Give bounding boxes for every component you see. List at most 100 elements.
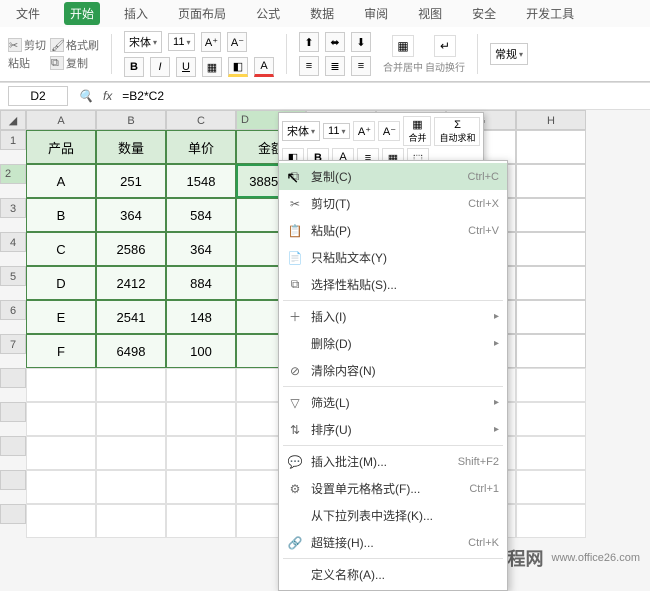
tab-home[interactable]: 开始 xyxy=(64,2,100,25)
ctx-delete[interactable]: 删除(D) ▸ xyxy=(279,330,507,357)
ctx-cut[interactable]: ✂ 剪切(T) Ctrl+X xyxy=(279,190,507,217)
font-size-select[interactable]: 11▾ xyxy=(168,33,195,51)
tab-file[interactable]: 文件 xyxy=(10,2,46,25)
ctx-insert[interactable]: ＋ 插入(I) ▸ xyxy=(279,303,507,330)
ctx-format-cells[interactable]: ⚙ 设置单元格格式(F)... Ctrl+1 xyxy=(279,475,507,502)
paste-button[interactable]: 粘贴 xyxy=(8,55,46,71)
mini-font-select[interactable]: 宋体▾ xyxy=(282,121,320,141)
tab-security[interactable]: 安全 xyxy=(466,2,502,25)
row-header[interactable] xyxy=(0,470,26,490)
cell-A2[interactable]: A xyxy=(26,164,96,198)
mini-autosum-button[interactable]: Σ自动求和 xyxy=(434,117,480,146)
tab-view[interactable]: 视图 xyxy=(412,2,448,25)
cell-A5[interactable]: D xyxy=(26,266,96,300)
cell-A1[interactable]: 产品 xyxy=(26,130,96,164)
cell-B2[interactable]: 251 xyxy=(96,164,166,198)
cell-H3[interactable] xyxy=(516,198,586,232)
cell-C1[interactable]: 单价 xyxy=(166,130,236,164)
align-top-button[interactable]: ⬆ xyxy=(299,32,319,52)
ctx-dropdown[interactable]: 从下拉列表中选择(K)... xyxy=(279,502,507,529)
cell-A6[interactable]: E xyxy=(26,300,96,334)
ctx-paste-text[interactable]: 📄 只粘贴文本(Y) xyxy=(279,244,507,271)
cell-H6[interactable] xyxy=(516,300,586,334)
cell-C5[interactable]: 884 xyxy=(166,266,236,300)
font-color-button[interactable]: A xyxy=(254,57,274,77)
mini-increase-font[interactable]: A⁺ xyxy=(353,121,375,141)
ctx-comment[interactable]: 💬 插入批注(M)... Shift+F2 xyxy=(279,448,507,475)
cell-B6[interactable]: 2541 xyxy=(96,300,166,334)
cell-B7[interactable]: 6498 xyxy=(96,334,166,368)
cell-B4[interactable]: 2586 xyxy=(96,232,166,266)
cell-H4[interactable] xyxy=(516,232,586,266)
select-all[interactable]: ◢ xyxy=(0,110,26,130)
row-header[interactable] xyxy=(0,368,26,388)
cell-C6[interactable]: 148 xyxy=(166,300,236,334)
font-name-select[interactable]: 宋体▾ xyxy=(124,31,162,53)
cell-H5[interactable] xyxy=(516,266,586,300)
border-button[interactable]: ▦ xyxy=(202,57,222,77)
tab-layout[interactable]: 页面布局 xyxy=(172,2,232,25)
increase-font-button[interactable]: A⁺ xyxy=(201,32,221,52)
align-right-button[interactable]: ≡ xyxy=(351,56,371,76)
tab-insert[interactable]: 插入 xyxy=(118,2,154,25)
col-header-B[interactable]: B xyxy=(96,110,166,130)
row-header-6[interactable]: 6 xyxy=(0,300,26,320)
row-header[interactable] xyxy=(0,402,26,422)
cell-C2[interactable]: 1548 xyxy=(166,164,236,198)
col-header-H[interactable]: H xyxy=(516,110,586,130)
ctx-sort[interactable]: ⇅ 排序(U) ▸ xyxy=(279,416,507,443)
ctx-define-name[interactable]: 定义名称(A)... xyxy=(279,561,507,588)
row-header-2[interactable]: 2 xyxy=(0,164,26,184)
col-header-C[interactable]: C xyxy=(166,110,236,130)
cell-A3[interactable]: B xyxy=(26,198,96,232)
align-middle-button[interactable]: ⬌ xyxy=(325,32,345,52)
tab-review[interactable]: 审阅 xyxy=(358,2,394,25)
align-center-button[interactable]: ≣ xyxy=(325,56,345,76)
row-header-5[interactable]: 5 xyxy=(0,266,26,286)
formula-input[interactable]: =B2*C2 xyxy=(122,89,164,103)
italic-button[interactable]: I xyxy=(150,57,170,77)
tab-data[interactable]: 数据 xyxy=(304,2,340,25)
row-header-1[interactable]: 1 xyxy=(0,130,26,150)
bold-button[interactable]: B xyxy=(124,57,144,77)
fill-color-button[interactable]: ◧ xyxy=(228,57,248,77)
ctx-paste-special[interactable]: ⧉ 选择性粘贴(S)... xyxy=(279,271,507,298)
copy-button[interactable]: ⧉复制 xyxy=(50,55,99,71)
name-box[interactable]: D2 xyxy=(8,86,68,106)
cell-A4[interactable]: C xyxy=(26,232,96,266)
cell-B3[interactable]: 364 xyxy=(96,198,166,232)
mini-size-select[interactable]: 11▾ xyxy=(323,123,350,139)
number-format-select[interactable]: 常规▾ xyxy=(490,43,528,65)
align-left-button[interactable]: ≡ xyxy=(299,56,319,76)
mini-decrease-font[interactable]: A⁻ xyxy=(378,121,400,141)
cell-A7[interactable]: F xyxy=(26,334,96,368)
cut-button[interactable]: ✂剪切 xyxy=(8,37,46,53)
fx-icon[interactable]: 🔍 xyxy=(78,89,93,103)
tab-formula[interactable]: 公式 xyxy=(250,2,286,25)
ctx-copy[interactable]: ⧉ 复制(C) Ctrl+C xyxy=(279,163,507,190)
row-header-3[interactable]: 3 xyxy=(0,198,26,218)
cell-H7[interactable] xyxy=(516,334,586,368)
ctx-hyperlink[interactable]: 🔗 超链接(H)... Ctrl+K xyxy=(279,529,507,556)
row-header-7[interactable]: 7 xyxy=(0,334,26,354)
cell-H1[interactable] xyxy=(516,130,586,164)
row-header[interactable] xyxy=(0,504,26,524)
underline-button[interactable]: U xyxy=(176,57,196,77)
cell-C7[interactable]: 100 xyxy=(166,334,236,368)
cell-C4[interactable]: 364 xyxy=(166,232,236,266)
align-bottom-button[interactable]: ⬇ xyxy=(351,32,371,52)
cell-B1[interactable]: 数量 xyxy=(96,130,166,164)
format-painter-button[interactable]: 🖌格式刷 xyxy=(50,37,99,53)
cell-C3[interactable]: 584 xyxy=(166,198,236,232)
tab-dev[interactable]: 开发工具 xyxy=(520,2,580,25)
ctx-filter[interactable]: ▽ 筛选(L) ▸ xyxy=(279,389,507,416)
wrap-text-button[interactable]: ↵ xyxy=(434,35,456,57)
fx-label[interactable]: fx xyxy=(103,89,112,103)
merge-cells-button[interactable]: ▦ xyxy=(392,35,414,57)
row-header-4[interactable]: 4 xyxy=(0,232,26,252)
cell-B5[interactable]: 2412 xyxy=(96,266,166,300)
ctx-paste[interactable]: 📋 粘贴(P) Ctrl+V xyxy=(279,217,507,244)
row-header[interactable] xyxy=(0,436,26,456)
col-header-A[interactable]: A xyxy=(26,110,96,130)
mini-merge-button[interactable]: ▦合并 xyxy=(403,116,431,146)
